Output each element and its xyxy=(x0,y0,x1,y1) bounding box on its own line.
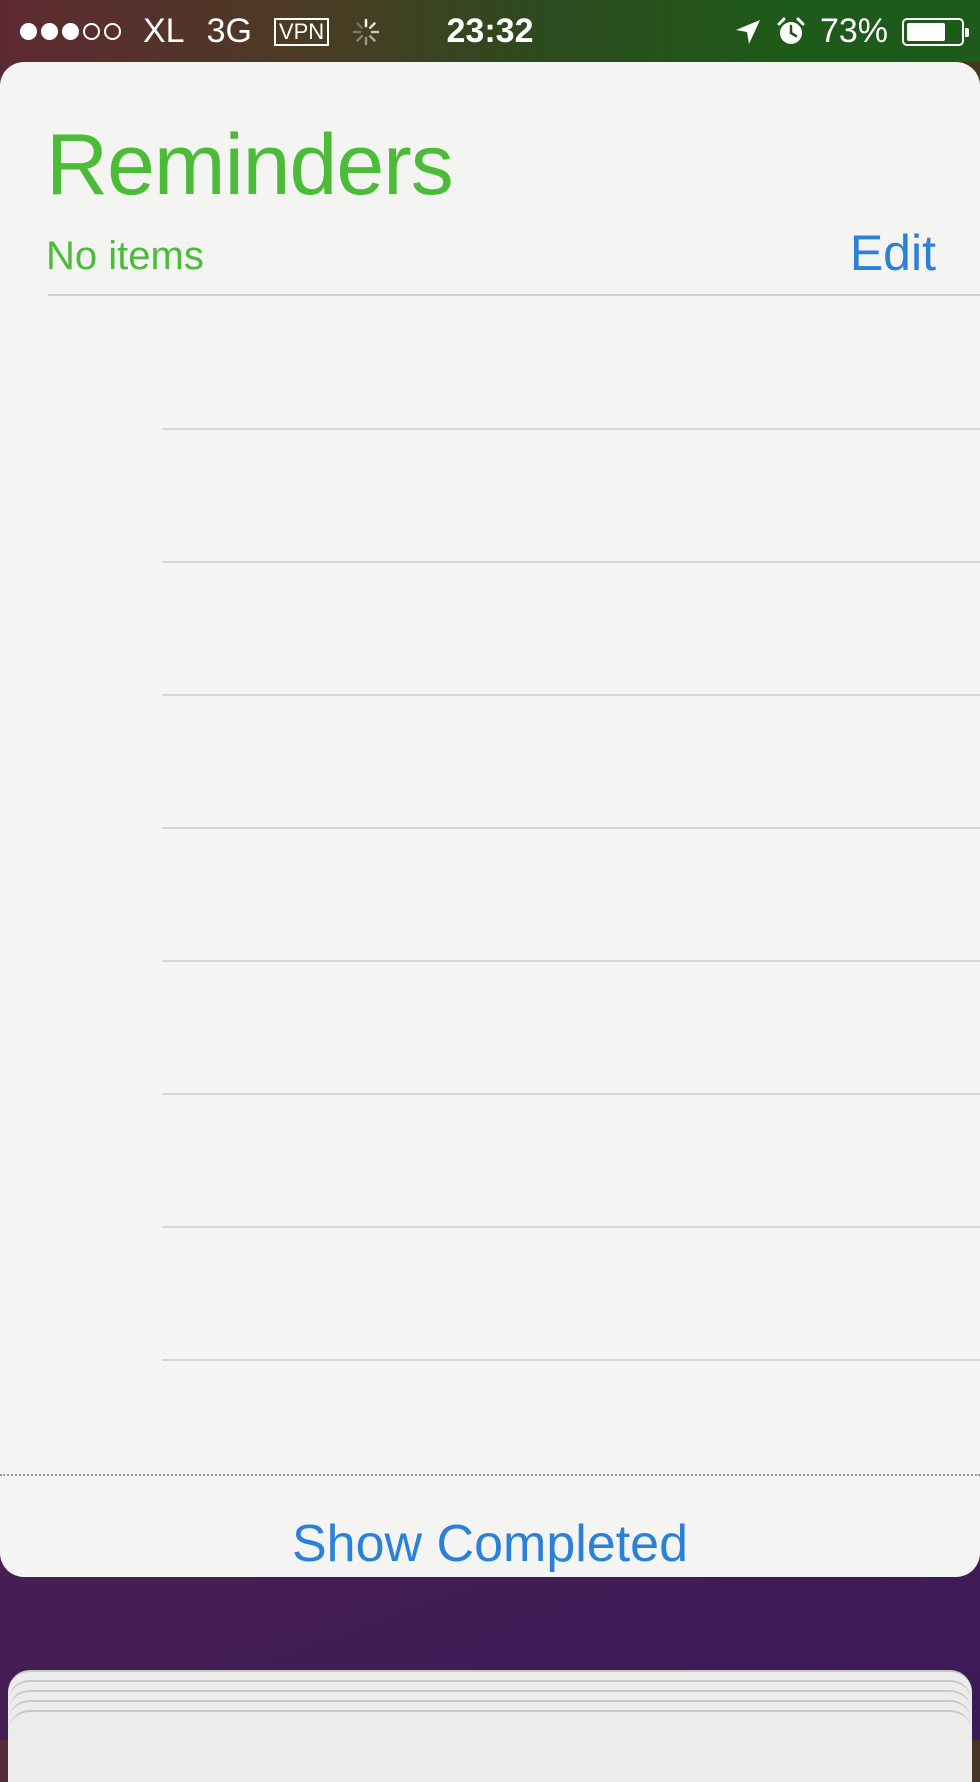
reminders-list-card: Reminders No items Edit Show Completed xyxy=(0,62,980,1577)
battery-percent: 73% xyxy=(819,12,888,50)
empty-reminder-row[interactable] xyxy=(162,563,980,696)
empty-reminder-row[interactable] xyxy=(162,962,980,1095)
page-title: Reminders xyxy=(46,117,454,213)
status-right: 73% xyxy=(734,12,969,51)
show-completed-button[interactable]: Show Completed xyxy=(0,1514,980,1574)
reminder-rows xyxy=(0,297,980,1361)
battery-icon xyxy=(902,17,969,46)
status-bar: XL 3G VPN 23:32 73% xyxy=(0,0,980,62)
stacked-lists[interactable] xyxy=(0,1670,980,1782)
item-count-label: No items xyxy=(46,234,204,278)
edit-button[interactable]: Edit xyxy=(850,224,936,282)
alarm-icon xyxy=(777,17,805,44)
empty-reminder-row[interactable] xyxy=(162,1095,980,1228)
empty-reminder-row[interactable] xyxy=(162,297,980,430)
battery-level xyxy=(907,22,945,41)
footer-divider xyxy=(0,1474,980,1476)
header-divider xyxy=(48,294,980,296)
stacked-list-sheet[interactable] xyxy=(8,1710,972,1782)
empty-reminder-row[interactable] xyxy=(162,1228,980,1361)
empty-reminder-row[interactable] xyxy=(162,696,980,829)
location-arrow-icon xyxy=(735,19,760,44)
empty-reminder-row[interactable] xyxy=(162,829,980,962)
empty-reminder-row[interactable] xyxy=(162,430,980,563)
